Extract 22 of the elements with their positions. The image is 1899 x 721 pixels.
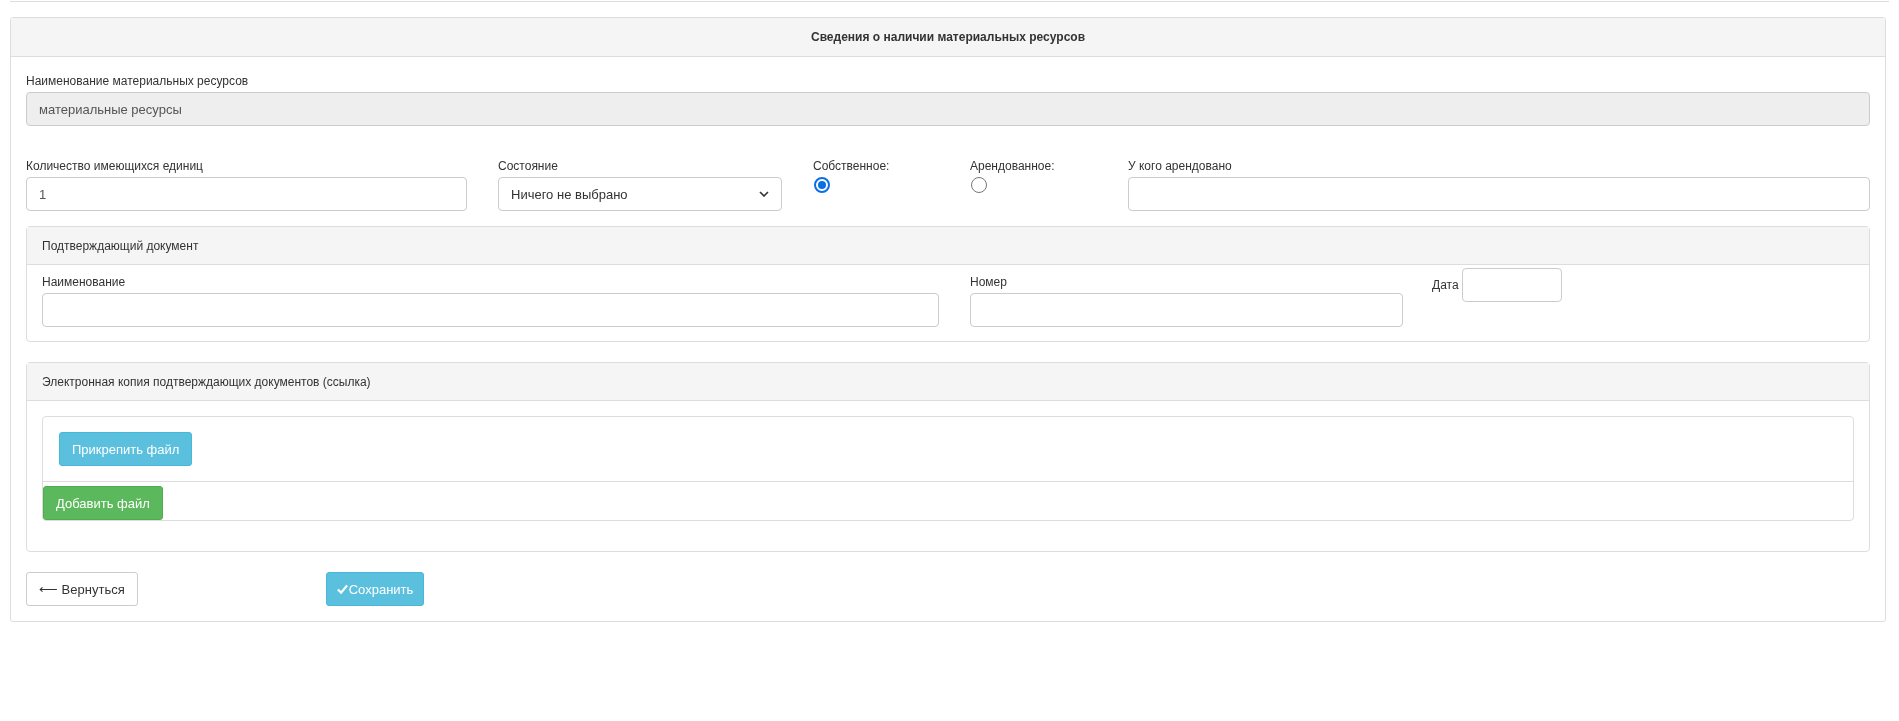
date-field[interactable]	[1461, 268, 1562, 302]
quantity-field[interactable]: 1	[26, 177, 467, 211]
back-button[interactable]: ⟵ Вернуться	[26, 572, 138, 606]
condition-select[interactable]: Ничего не выбрано	[498, 177, 782, 211]
panel-title: Сведения о наличии материальных ресурсов	[11, 18, 1885, 57]
field-label: У кого арендовано	[1128, 159, 1233, 173]
section-title: Электронная копия подтверждающих документов (ссылка)	[27, 363, 1869, 401]
checkmark-icon	[336, 584, 348, 594]
radio-label: Собственное:	[813, 159, 891, 173]
field-label: Дата	[1432, 278, 1459, 292]
document-name-field[interactable]	[42, 293, 939, 327]
leased-from-field[interactable]	[1128, 177, 1870, 211]
document-number-field[interactable]	[970, 293, 1403, 327]
field-label: Состояние	[498, 159, 559, 173]
radio-label: Арендованное:	[970, 159, 1056, 173]
chevron-down-icon	[759, 191, 769, 197]
section-title: Подтверждающий документ	[27, 227, 1869, 265]
radio-button[interactable]	[814, 177, 830, 193]
field-label: Наименование материальных ресурсов	[26, 74, 250, 88]
field-label: Номер	[970, 275, 1008, 289]
field-label: Количество имеющихся единиц	[26, 159, 204, 173]
field-label: Наименование	[42, 275, 127, 289]
